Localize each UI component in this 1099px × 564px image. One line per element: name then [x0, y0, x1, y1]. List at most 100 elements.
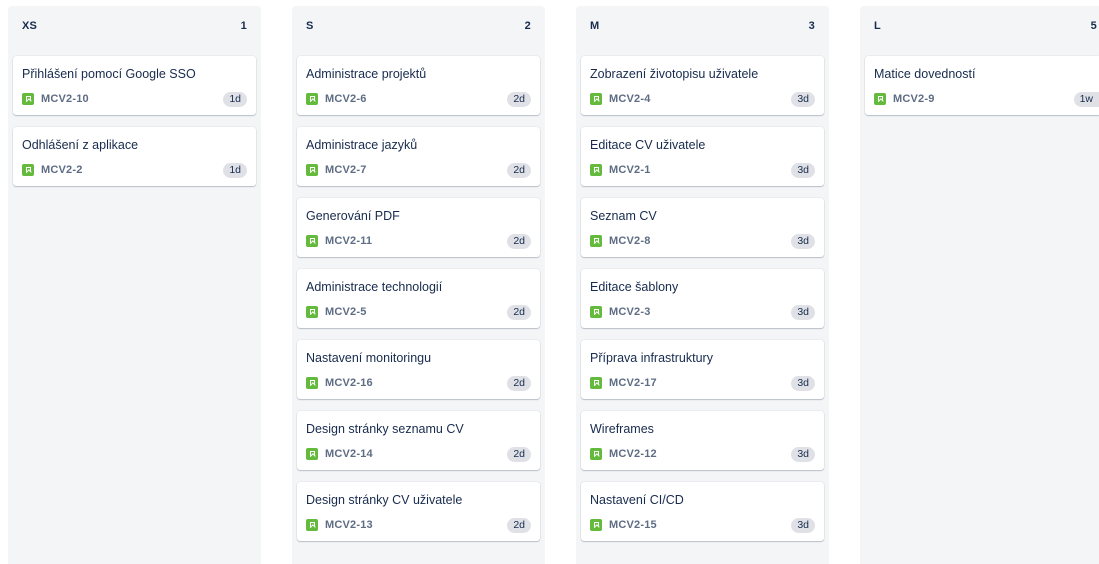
issue-key[interactable]: MCV2-17 — [609, 377, 657, 389]
issue-card[interactable]: Design stránky CV uživatele MCV2-13 2d — [297, 482, 540, 541]
card-meta: MCV2-7 2d — [306, 162, 531, 178]
issue-card[interactable]: Administrace projektů MCV2-6 2d — [297, 56, 540, 115]
card-meta: MCV2-14 2d — [306, 446, 531, 462]
story-icon — [590, 164, 602, 176]
issue-key[interactable]: MCV2-3 — [609, 306, 651, 318]
card-title: Editace šablony — [590, 280, 679, 294]
card-meta: MCV2-6 2d — [306, 91, 531, 107]
issue-key[interactable]: MCV2-6 — [325, 93, 367, 105]
card-title: Odhlášení z aplikace — [22, 138, 139, 152]
issue-card[interactable]: Administrace jazyků MCV2-7 2d — [297, 127, 540, 186]
story-icon — [306, 377, 318, 389]
card-title: Editace CV uživatele — [590, 138, 706, 152]
issue-card[interactable]: Generování PDF MCV2-11 2d — [297, 198, 540, 257]
card-title: Administrace jazyků — [306, 138, 418, 152]
column-count: 1 — [240, 20, 247, 32]
estimate-badge: 3d — [791, 233, 815, 249]
story-icon — [590, 448, 602, 460]
card-meta: MCV2-5 2d — [306, 304, 531, 320]
issue-key[interactable]: MCV2-15 — [609, 519, 657, 531]
column-m: M 3 Zobrazení životopisu uživatele MCV2-… — [576, 6, 829, 564]
estimate-badge: 2d — [507, 446, 531, 462]
card-list: Zobrazení životopisu uživatele MCV2-4 3d… — [581, 56, 824, 553]
card-meta: MCV2-17 3d — [590, 375, 815, 391]
column-s: S 2 Administrace projektů MCV2-6 2d Admi… — [292, 6, 545, 564]
issue-key[interactable]: MCV2-7 — [325, 164, 367, 176]
card-title: Wireframes — [590, 422, 654, 436]
issue-card[interactable]: Editace šablony MCV2-3 3d — [581, 269, 824, 328]
issue-card[interactable]: Wireframes MCV2-12 3d — [581, 411, 824, 470]
story-icon — [306, 306, 318, 318]
card-meta: MCV2-8 3d — [590, 233, 815, 249]
card-meta: MCV2-2 1d — [22, 162, 247, 178]
story-icon — [306, 519, 318, 531]
story-icon — [874, 93, 886, 105]
card-meta: MCV2-10 1d — [22, 91, 247, 107]
issue-card[interactable]: Design stránky seznamu CV MCV2-14 2d — [297, 411, 540, 470]
card-title: Nastavení CI/CD — [590, 493, 684, 507]
card-title: Design stránky CV uživatele — [306, 493, 463, 507]
issue-card[interactable]: Nastavení monitoringu MCV2-16 2d — [297, 340, 540, 399]
estimate-badge: 2d — [507, 517, 531, 533]
issue-key[interactable]: MCV2-9 — [893, 93, 935, 105]
story-icon — [306, 93, 318, 105]
card-list: Matice dovedností MCV2-9 1w — [865, 56, 1099, 127]
card-title: Nastavení monitoringu — [306, 351, 432, 365]
issue-key[interactable]: MCV2-16 — [325, 377, 373, 389]
board: XS 1 Přihlášení pomocí Google SSO MCV2-1… — [0, 0, 1099, 564]
issue-card[interactable]: Matice dovedností MCV2-9 1w — [865, 56, 1099, 115]
issue-key[interactable]: MCV2-10 — [41, 93, 89, 105]
issue-card[interactable]: Nastavení CI/CD MCV2-15 3d — [581, 482, 824, 541]
column-header: M 3 — [576, 6, 829, 46]
issue-card[interactable]: Editace CV uživatele MCV2-1 3d — [581, 127, 824, 186]
estimate-badge: 3d — [791, 517, 815, 533]
card-meta: MCV2-12 3d — [590, 446, 815, 462]
card-title: Administrace projektů — [306, 67, 427, 81]
column-title: M — [590, 20, 600, 32]
issue-key[interactable]: MCV2-2 — [41, 164, 83, 176]
card-title: Generování PDF — [306, 209, 400, 223]
card-title: Seznam CV — [590, 209, 657, 223]
card-meta: MCV2-15 3d — [590, 517, 815, 533]
story-icon — [590, 306, 602, 318]
estimate-badge: 2d — [507, 233, 531, 249]
issue-key[interactable]: MCV2-8 — [609, 235, 651, 247]
column-count: 5 — [1090, 20, 1097, 32]
card-title: Administrace technologií — [306, 280, 443, 294]
card-meta: MCV2-11 2d — [306, 233, 531, 249]
issue-card[interactable]: Příprava infrastruktury MCV2-17 3d — [581, 340, 824, 399]
card-list: Administrace projektů MCV2-6 2d Administ… — [297, 56, 540, 553]
issue-key[interactable]: MCV2-5 — [325, 306, 367, 318]
issue-card[interactable]: Zobrazení životopisu uživatele MCV2-4 3d — [581, 56, 824, 115]
column-header: S 2 — [292, 6, 545, 46]
estimate-badge: 2d — [507, 162, 531, 178]
card-meta: MCV2-4 3d — [590, 91, 815, 107]
issue-key[interactable]: MCV2-4 — [609, 93, 651, 105]
issue-card[interactable]: Seznam CV MCV2-8 3d — [581, 198, 824, 257]
card-meta: MCV2-3 3d — [590, 304, 815, 320]
story-icon — [306, 164, 318, 176]
estimate-badge: 3d — [791, 91, 815, 107]
estimate-badge: 3d — [791, 304, 815, 320]
card-title: Matice dovedností — [874, 67, 976, 81]
issue-card[interactable]: Přihlášení pomocí Google SSO MCV2-10 1d — [13, 56, 256, 115]
issue-key[interactable]: MCV2-14 — [325, 448, 373, 460]
story-icon — [22, 164, 34, 176]
card-title: Zobrazení životopisu uživatele — [590, 67, 759, 81]
column-count: 2 — [524, 20, 531, 32]
issue-key[interactable]: MCV2-11 — [325, 235, 372, 247]
column-title: L — [874, 20, 881, 32]
story-icon — [306, 448, 318, 460]
estimate-badge: 2d — [507, 91, 531, 107]
column-title: S — [306, 20, 314, 32]
issue-key[interactable]: MCV2-13 — [325, 519, 373, 531]
column-l: L 5 Matice dovedností MCV2-9 1w — [860, 6, 1099, 564]
issue-card[interactable]: Administrace technologií MCV2-5 2d — [297, 269, 540, 328]
issue-key[interactable]: MCV2-1 — [609, 164, 651, 176]
estimate-badge: 2d — [507, 375, 531, 391]
issue-key[interactable]: MCV2-12 — [609, 448, 657, 460]
card-title: Příprava infrastruktury — [590, 351, 713, 365]
card-meta: MCV2-13 2d — [306, 517, 531, 533]
issue-card[interactable]: Odhlášení z aplikace MCV2-2 1d — [13, 127, 256, 186]
card-meta: MCV2-9 1w — [874, 91, 1099, 107]
